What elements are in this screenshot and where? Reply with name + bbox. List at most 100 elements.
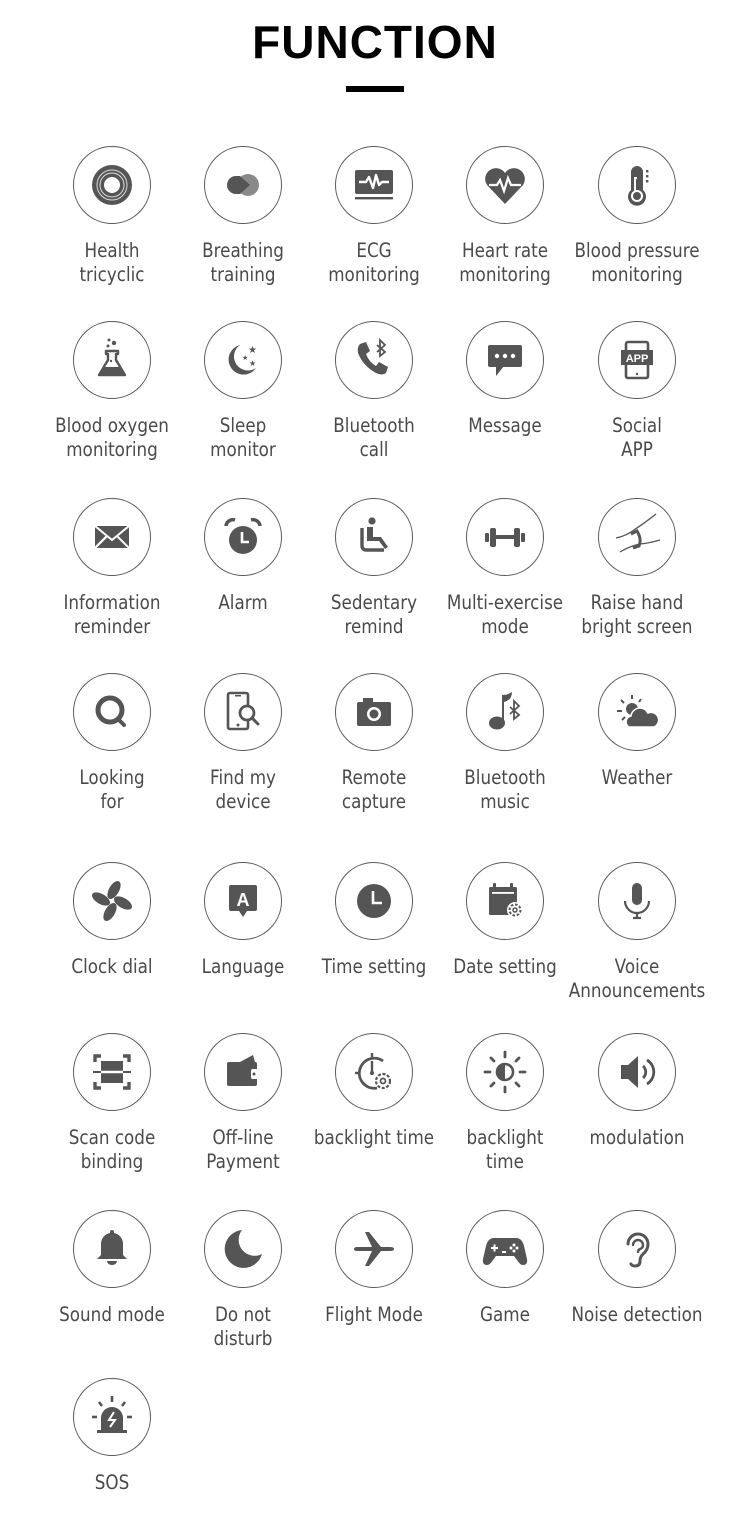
- feature-time-setting: Time setting: [304, 862, 444, 979]
- feature-label-line: call: [359, 438, 389, 461]
- feature-bluetooth-call: Bluetooth call: [304, 321, 444, 462]
- wallet-icon: [218, 1047, 268, 1097]
- feature-label-line: reminder: [73, 615, 151, 638]
- pinwheel-icon: [87, 876, 137, 926]
- feature-icon-circle: [73, 1378, 151, 1456]
- crescent-moon-icon: [218, 1224, 268, 1274]
- feature-weather: Weather: [567, 673, 707, 790]
- svg-text:★: ★: [248, 345, 257, 356]
- feature-icon-circle: [335, 862, 413, 940]
- sun-cloud-icon: [612, 687, 662, 737]
- feature-social-app: APP Social APP: [567, 321, 707, 462]
- heart-pulse-icon: [480, 160, 530, 210]
- feature-icon-circle: [466, 1210, 544, 1288]
- feature-backlight-time-2: backlight time: [435, 1033, 575, 1174]
- feature-icon-circle: [73, 862, 151, 940]
- scan-frame-icon: [87, 1047, 137, 1097]
- feature-icon-circle: [204, 1210, 282, 1288]
- feature-bluetooth-music: Bluetooth music: [435, 673, 575, 814]
- feature-sos: SOS: [42, 1378, 182, 1495]
- feature-label-line: bright screen: [581, 615, 693, 638]
- language-bubble-icon: A: [218, 876, 268, 926]
- feature-label-line: Raise hand: [590, 591, 684, 614]
- feature-backlight-time-1: backlight time: [304, 1033, 444, 1150]
- alarm-clock-icon: [218, 512, 268, 562]
- feature-icon-circle: [335, 1033, 413, 1111]
- breathing-drops-icon: [218, 160, 268, 210]
- feature-icon-circle: [335, 146, 413, 224]
- feature-game: Game: [435, 1210, 575, 1327]
- feature-label: Social APP: [560, 414, 715, 462]
- feature-scan-code-binding: Scan code binding: [42, 1033, 182, 1174]
- feature-label-line: Blood pressure: [574, 239, 700, 262]
- feature-icon-circle: [598, 862, 676, 940]
- phone-search-icon: [218, 687, 268, 737]
- feature-label-line: monitoring: [591, 263, 683, 286]
- feature-icon-circle: [598, 1033, 676, 1111]
- chat-bubble-icon: [480, 335, 530, 385]
- feature-health-tricyclic: Health tricyclic: [42, 146, 182, 287]
- feature-date-setting: Date setting: [435, 862, 575, 979]
- svg-text:★: ★: [249, 359, 256, 368]
- title-underline: [346, 86, 404, 92]
- feature-sedentary-remind: Sedentary remind: [304, 498, 444, 639]
- feature-voice-announcements: Voice Announcements: [567, 862, 707, 1003]
- feature-icon-circle: [335, 321, 413, 399]
- feature-heart-rate-monitoring: Heart rate monitoring: [435, 146, 575, 287]
- feature-label: Noise detection: [560, 1303, 715, 1327]
- feature-label-line: Noise detection: [571, 1303, 703, 1326]
- svg-text:A: A: [237, 890, 250, 910]
- page-title: FUNCTION: [252, 16, 498, 68]
- calendar-gear-icon: [480, 876, 530, 926]
- feature-blood-oxygen-monitoring: Blood oxygen monitoring: [42, 321, 182, 462]
- feature-sleep-monitor: ★ ★ ★ Sleep monitor: [173, 321, 313, 462]
- feature-icon-circle: [466, 673, 544, 751]
- feature-icon-circle: [204, 146, 282, 224]
- app-tablet-icon: APP: [612, 335, 662, 385]
- feature-label-line: APP: [621, 438, 653, 461]
- feature-icon-circle: A: [204, 862, 282, 940]
- feature-modulation: modulation: [567, 1033, 707, 1150]
- feature-icon-circle: [73, 146, 151, 224]
- feature-label-line: Weather: [601, 766, 673, 789]
- feature-icon-circle: [335, 498, 413, 576]
- feature-label: Blood pressure monitoring: [560, 239, 715, 287]
- speaker-icon: [612, 1047, 662, 1097]
- feature-label-line: Voice: [614, 955, 660, 978]
- feature-do-not-disturb: Do not disturb: [173, 1210, 313, 1351]
- feature-icon-circle: [73, 1033, 151, 1111]
- seated-person-icon: [349, 512, 399, 562]
- search-icon: [87, 687, 137, 737]
- feature-looking-for: Looking for: [42, 673, 182, 814]
- feature-information-reminder: Information reminder: [42, 498, 182, 639]
- envelope-icon: [87, 512, 137, 562]
- feature-label-line: music: [480, 790, 530, 813]
- feature-icon-circle: [335, 1210, 413, 1288]
- feature-label-line: modulation: [589, 1126, 685, 1149]
- airplane-icon: [349, 1224, 399, 1274]
- feature-icon-circle: [204, 673, 282, 751]
- feature-ecg-monitoring: ECG monitoring: [304, 146, 444, 287]
- clock-icon: [349, 876, 399, 926]
- feature-icon-circle: [335, 673, 413, 751]
- feature-icon-circle: [204, 1033, 282, 1111]
- dumbbell-icon: [480, 512, 530, 562]
- feature-icon-circle: [466, 862, 544, 940]
- feature-label-line: Announcements: [568, 979, 706, 1002]
- feature-sound-mode: Sound mode: [42, 1210, 182, 1327]
- feature-breathing-training: Breathing training: [173, 146, 313, 287]
- feature-icon-circle: [73, 673, 151, 751]
- feature-label-line: SOS: [94, 1471, 130, 1494]
- feature-multi-exercise-mode: Multi-exercise mode: [435, 498, 575, 639]
- feature-label-line: disturb: [213, 1327, 273, 1350]
- feature-icon-circle: [466, 1033, 544, 1111]
- feature-label: Weather: [560, 766, 715, 790]
- feature-label: SOS: [35, 1471, 190, 1495]
- ecg-monitor-icon: [349, 160, 399, 210]
- wrist-band-icon: [612, 512, 662, 562]
- feature-icon-circle: ★ ★ ★: [204, 321, 282, 399]
- feature-label-line: time: [486, 1150, 524, 1173]
- svg-text:★: ★: [242, 354, 248, 362]
- feature-icon-circle: [466, 146, 544, 224]
- gamepad-icon: [480, 1224, 530, 1274]
